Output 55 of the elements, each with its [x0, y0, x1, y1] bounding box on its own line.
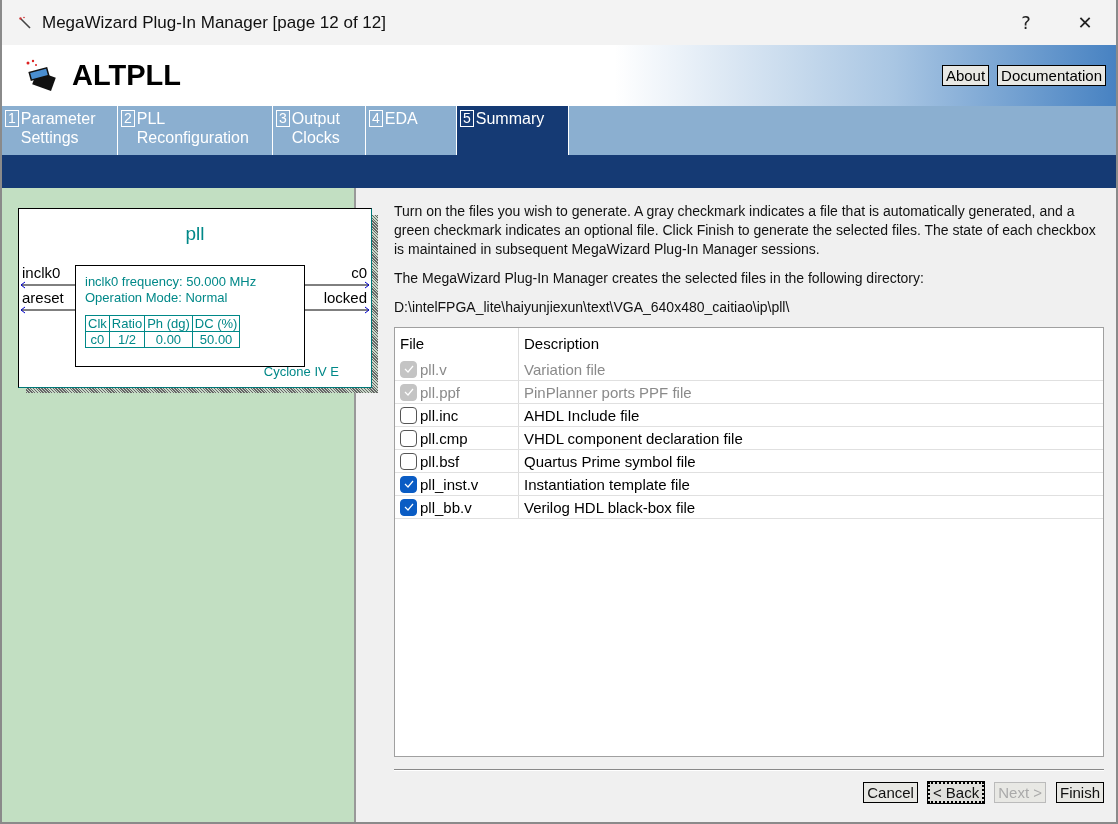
device-label: Cyclone IV E — [263, 364, 339, 379]
file-description: AHDL Include file — [523, 406, 640, 424]
file-name: pll.ppf — [420, 383, 461, 401]
checkmark-icon — [403, 503, 414, 511]
header-button[interactable]: Documentation — [997, 65, 1106, 86]
column-header: File — [395, 328, 519, 358]
file-name: pll_bb.v — [420, 498, 472, 516]
file-checkbox[interactable] — [400, 406, 417, 424]
clock-table-cell: c0 — [85, 331, 110, 348]
clock-table-cell: 50.00 — [192, 331, 240, 348]
file-name: pll.cmp — [420, 429, 468, 447]
file-name: pll.bsf — [420, 452, 460, 470]
file-name: pll.inc — [420, 406, 459, 424]
block-name: pll — [185, 223, 205, 245]
input-port-label: inclk0 — [22, 264, 61, 281]
header-button[interactable]: About — [941, 65, 990, 86]
file-checkbox[interactable] — [400, 429, 417, 447]
checkmark-icon — [403, 365, 414, 373]
column-header: Description — [523, 334, 600, 352]
window-title: MegaWizard Plug-In Manager [page 12 of 12] — [42, 12, 386, 33]
clock-table-header: Ph (dg) — [144, 315, 193, 332]
directory-path: D:\intelFPGA_lite\haiyunjiexun\text\VGA_640x480_caitiao\ip\pll\ — [394, 298, 791, 317]
checkmark-icon — [403, 388, 414, 396]
wizard-tab[interactable]: 5 Summary — [457, 106, 569, 155]
clock-table-header: DC (%) — [192, 315, 240, 332]
pll-info-text: inclk0 frequency: 50.000 MHz — [85, 274, 258, 290]
file-description: Verilog HDL black-box file — [523, 498, 696, 516]
file-name: pll.v — [420, 360, 447, 378]
directory-note: The MegaWizard Plug-In Manager creates the selected files in the following directory: — [394, 269, 925, 288]
wizard-button[interactable]: Cancel — [863, 782, 918, 803]
file-description: Instantiation template file — [523, 475, 690, 493]
file-checkbox[interactable] — [400, 475, 417, 493]
wizard-button[interactable]: < Back — [927, 782, 985, 803]
file-name: pll_inst.v — [420, 475, 479, 493]
pll-info-text: Operation Mode: Normal — [85, 290, 229, 306]
wizard-button[interactable]: Finish — [1056, 782, 1104, 803]
file-description: PinPlanner ports PPF file — [523, 383, 692, 401]
file-checkbox[interactable] — [400, 452, 417, 470]
clock-table-cell: 0.00 — [144, 331, 193, 348]
clock-table-header: Clk — [85, 315, 110, 332]
component-title: ALTPLL — [72, 59, 181, 92]
close-button[interactable]: ✕ — [1056, 0, 1114, 45]
help-button[interactable]: ? — [996, 0, 1056, 45]
clock-table-cell: 1/2 — [109, 331, 145, 348]
file-description: Quartus Prime symbol file — [523, 452, 696, 470]
file-description: VHDL component declaration file — [523, 429, 743, 447]
checkmark-icon — [403, 480, 414, 488]
file-description: Variation file — [523, 360, 606, 378]
output-port-label: c0 — [351, 264, 367, 281]
clock-table-header: Ratio — [109, 315, 145, 332]
input-port-label: areset — [22, 289, 64, 306]
file-checkbox[interactable] — [400, 498, 417, 516]
intro-text: Turn on the files you wish to generate. A gray checkmark indicates a file that is automatically generated, and a green checkmark indicates an optional file. Click Finish to generate the selected files. The state of each checkbox is maintained in subsequent MegaWizard Plug-In Manager sessions. — [394, 202, 1097, 259]
wand-icon — [18, 15, 32, 30]
output-port-label: locked — [323, 289, 367, 306]
